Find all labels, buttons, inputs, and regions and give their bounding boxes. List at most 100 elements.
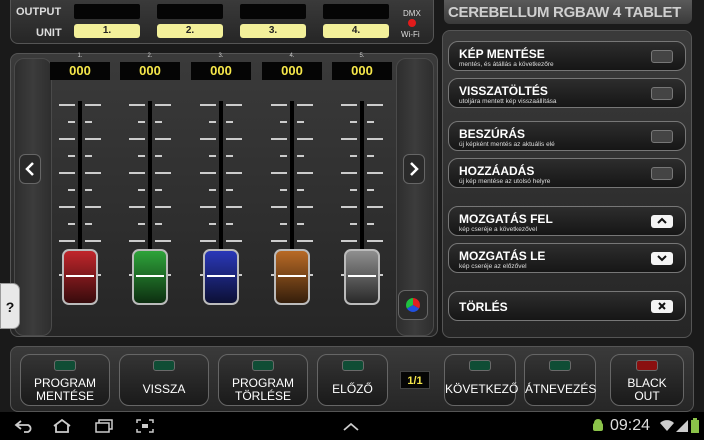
prev-program-button[interactable]: ELŐZŐ: [317, 354, 388, 406]
back-icon[interactable]: [14, 420, 34, 433]
fader-tick: [129, 104, 145, 106]
prev-channels-button[interactable]: [19, 154, 41, 184]
fader-tick: [341, 240, 357, 242]
fader-tick: [85, 172, 101, 174]
fader-tick: [350, 121, 357, 123]
fader-knob-5[interactable]: [344, 249, 380, 305]
fader-tick: [297, 206, 313, 208]
fader-tick: [129, 138, 145, 140]
fader-tick: [341, 206, 357, 208]
move-down-button[interactable]: MOZGATÁS LE kép cseréje az előzővel: [448, 243, 686, 273]
recent-apps-icon[interactable]: [94, 419, 114, 433]
fader-tick: [68, 223, 75, 225]
help-label: ?: [5, 299, 15, 315]
signal-icon: [676, 420, 688, 432]
fader-tick: [155, 189, 162, 191]
channel-value-1: 000: [50, 62, 110, 80]
channel-value-2: 000: [120, 62, 180, 80]
save-image-button[interactable]: KÉP MENTÉSE mentés, és átállás a követke…: [448, 41, 686, 71]
rename-button[interactable]: ÁTNEVEZÉS: [524, 354, 596, 406]
unit-label: UNIT: [36, 27, 62, 39]
fader-tick: [59, 138, 75, 140]
channel-number-3: 3.: [218, 53, 224, 59]
unit-button-1[interactable]: 1.: [74, 24, 140, 38]
chevron-down-icon: [651, 252, 673, 265]
fader-knob-4[interactable]: [274, 249, 310, 305]
fader-tick: [85, 240, 101, 242]
fader-tick: [155, 121, 162, 123]
output-box-1: [74, 4, 140, 19]
color-picker-button[interactable]: [398, 290, 428, 320]
back-led: [153, 360, 175, 371]
restore-button[interactable]: VISSZATÖLTÉS utoljára mentett kép vissza…: [448, 78, 686, 108]
fader-tick: [350, 223, 357, 225]
fader-tick: [367, 206, 383, 208]
fader-tick: [226, 172, 242, 174]
insert-indicator: [651, 130, 673, 143]
insert-button[interactable]: BESZÚRÁS új képként mentés az aktuális e…: [448, 121, 686, 151]
fader-tick: [271, 104, 287, 106]
add-button[interactable]: HOZZÁADÁS új kép mentése az utolsó helyr…: [448, 158, 686, 188]
fader-tick: [297, 223, 304, 225]
channel-value-4: 000: [262, 62, 322, 80]
back-button[interactable]: VISSZA: [119, 354, 209, 406]
save-image-indicator: [651, 50, 673, 63]
save-program-button[interactable]: PROGRAM MENTÉSE: [20, 354, 110, 406]
unit-button-2[interactable]: 2.: [157, 24, 223, 38]
fader-tick: [226, 104, 242, 106]
wifi-icon: [660, 420, 674, 431]
save-image-title: KÉP MENTÉSE: [459, 47, 545, 61]
fader-tick: [226, 206, 242, 208]
rename-label: ÁTNEVEZÉS: [525, 382, 597, 396]
blackout-label: BLACK OUT: [611, 377, 683, 403]
channel-number-5: 5.: [359, 53, 365, 59]
fader-knob-1[interactable]: [62, 249, 98, 305]
fader-tick: [155, 138, 171, 140]
fader-knob-2[interactable]: [132, 249, 168, 305]
fader-tick: [85, 104, 101, 106]
delete-program-label: PROGRAM TÖRLÉSE: [219, 377, 307, 403]
fader-tick: [85, 121, 92, 123]
delete-program-label-line2: TÖRLÉSE: [234, 389, 291, 403]
fader-tick: [271, 138, 287, 140]
fader-tick: [297, 155, 304, 157]
fader-tick: [297, 138, 313, 140]
fader-tick: [367, 223, 374, 225]
home-icon[interactable]: [52, 418, 72, 434]
restore-title: VISSZATÖLTÉS: [459, 84, 548, 98]
next-program-button[interactable]: KÖVETKEZŐ: [444, 354, 518, 406]
fader-tick: [68, 155, 75, 157]
move-up-button[interactable]: MOZGATÁS FEL kép cseréje a következővel: [448, 206, 686, 236]
help-button[interactable]: ?: [0, 283, 20, 329]
blackout-label-line2: OUT: [634, 389, 660, 403]
fader-tick: [155, 240, 171, 242]
dmx-label: DMX: [403, 9, 421, 18]
fader-tick: [85, 138, 101, 140]
screenshot-icon[interactable]: [136, 419, 154, 433]
next-program-led: [469, 360, 491, 371]
fader-tick: [209, 223, 216, 225]
back-label: VISSZA: [142, 382, 186, 396]
color-wheel-icon: [406, 298, 420, 312]
fader-tick: [226, 121, 233, 123]
page-indicator: 1/1: [400, 371, 430, 389]
fader-knob-3[interactable]: [203, 249, 239, 305]
fader-tick: [129, 206, 145, 208]
fader-tick: [367, 155, 374, 157]
fader-tick: [155, 155, 162, 157]
output-box-3: [240, 4, 306, 19]
add-title: HOZZÁADÁS: [459, 164, 535, 178]
blackout-button[interactable]: BLACK OUT: [610, 354, 684, 406]
fader-tick: [297, 240, 313, 242]
fader-tick: [341, 138, 357, 140]
fader-tick: [226, 223, 233, 225]
chevron-up-nav-icon[interactable]: [343, 422, 359, 431]
delete-program-button[interactable]: PROGRAM TÖRLÉSE: [218, 354, 308, 406]
next-channels-button[interactable]: [403, 154, 425, 184]
channel-value-5: 000: [332, 62, 392, 80]
fader-tick: [226, 189, 233, 191]
delete-button[interactable]: TÖRLÉS: [448, 291, 686, 321]
unit-button-3[interactable]: 3.: [240, 24, 306, 38]
unit-button-4[interactable]: 4.: [323, 24, 389, 38]
fader-tick: [138, 189, 145, 191]
